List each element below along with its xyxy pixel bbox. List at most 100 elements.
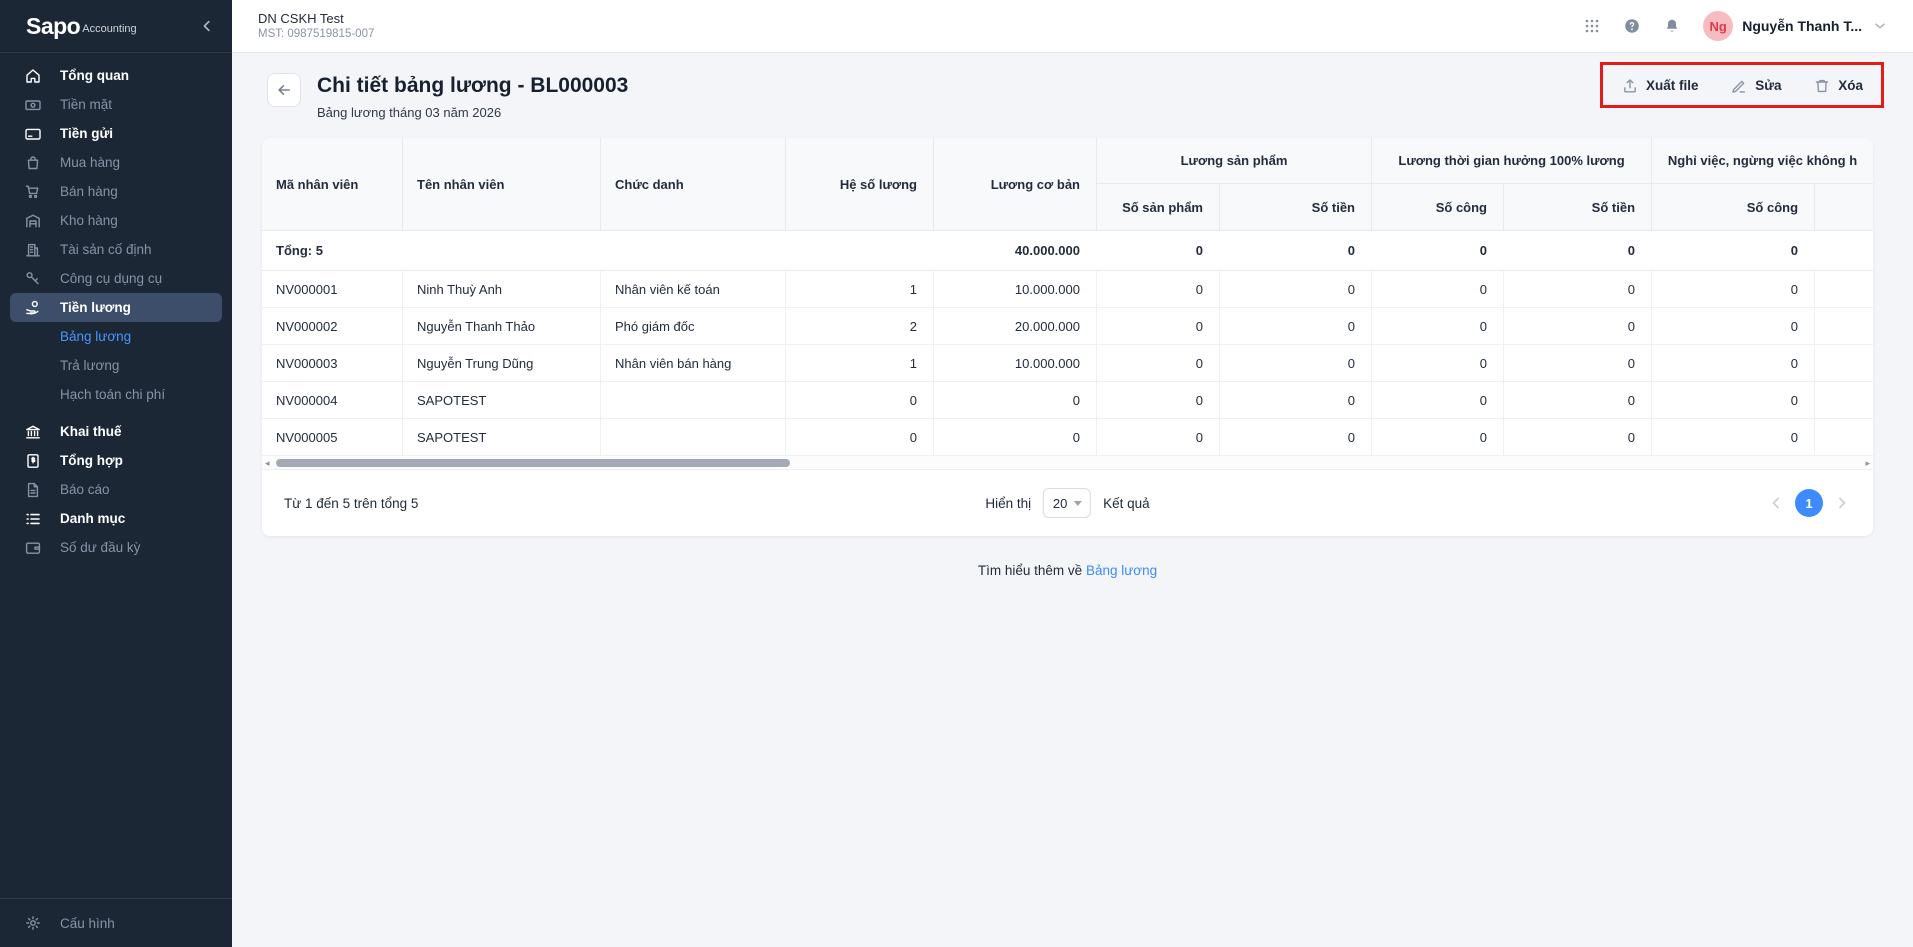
delete-icon	[1813, 77, 1830, 94]
sidebar-item-warehouse[interactable]: Kho hàng	[10, 206, 222, 235]
cell: Tổng: 5	[262, 231, 402, 271]
cell: 0	[1503, 345, 1651, 382]
cell: 0	[1096, 231, 1219, 271]
summary-row: Tổng: 540.000.00000000	[262, 231, 1873, 271]
cell: 0	[1651, 308, 1814, 345]
bell-icon[interactable]	[1663, 17, 1681, 35]
horizontal-scrollbar[interactable]: ◂ ▸	[262, 456, 1873, 470]
sidebar-subitem[interactable]: Bảng lương	[10, 322, 222, 351]
sidebar-item-report[interactable]: Báo cáo	[10, 475, 222, 504]
company-name: DN CSKH Test	[258, 11, 374, 27]
list-icon	[24, 510, 42, 528]
sidebar-item-bank-card[interactable]: Tiền gửi	[10, 119, 222, 148]
cell: 0	[1096, 345, 1219, 382]
next-page-icon[interactable]	[1833, 494, 1851, 512]
sidebar-item-cash[interactable]: Tiền mặt	[10, 90, 222, 119]
table-body: Tổng: 540.000.00000000NV000001Ninh Thuỳ …	[262, 231, 1873, 456]
cash-icon	[24, 96, 42, 114]
column-header: Số tiền	[1503, 184, 1651, 231]
topbar: DN CSKH Test MST: 0987519815-007 Ng Nguy…	[232, 0, 1913, 53]
chevron-down-icon	[1871, 17, 1889, 35]
sidebar-subitem[interactable]: Hạch toán chi phí	[10, 380, 222, 409]
current-page-button[interactable]: 1	[1795, 489, 1823, 517]
sidebar-item-label: Tiền lương	[60, 300, 131, 315]
action-label: Sửa	[1755, 78, 1781, 93]
action-label: Xóa	[1838, 78, 1863, 93]
user-menu[interactable]: Ng Nguyễn Thanh T...	[1703, 11, 1889, 41]
home-icon	[24, 67, 42, 85]
table-row: NV000001Ninh Thuỳ AnhNhân viên kế toán11…	[262, 271, 1873, 308]
apps-grid-icon[interactable]	[1583, 17, 1601, 35]
export-icon	[1621, 77, 1638, 94]
cell: 0	[1371, 419, 1503, 456]
caret-down-icon	[1073, 501, 1081, 506]
results-label: Kết quả	[1103, 496, 1150, 511]
wallet-icon	[24, 539, 42, 557]
help-icon[interactable]	[1623, 17, 1641, 35]
cell: Ninh Thuỳ Anh	[402, 271, 600, 308]
column-header: Số sản phẩm	[1096, 184, 1219, 231]
cell: 0	[1651, 382, 1814, 419]
company-tax-id: MST: 0987519815-007	[258, 27, 374, 41]
cell: 0	[1371, 271, 1503, 308]
page-title: Chi tiết bảng lương - BL000003	[317, 73, 628, 99]
sidebar-item-label: Cấu hình	[60, 916, 115, 931]
sidebar-item-label: Bán hàng	[60, 184, 118, 199]
cell: 0	[785, 382, 933, 419]
column-header: Số tiền	[1219, 184, 1371, 231]
sidebar-subitem[interactable]: Trả lương	[10, 351, 222, 380]
sidebar-item-shopping-cart[interactable]: Bán hàng	[10, 177, 222, 206]
sidebar-item-settings[interactable]: Cấu hình	[0, 898, 232, 947]
cell: Nhân viên bán hàng	[600, 345, 785, 382]
table-row: NV000005SAPOTEST0000000	[262, 419, 1873, 456]
sidebar-item-building[interactable]: Tài sản cố định	[10, 235, 222, 264]
page-size-select[interactable]: 20	[1043, 488, 1091, 518]
sidebar-menu: Tổng quan Tiền mặtTiền gửiMua hàng Bán hàn…	[0, 53, 232, 562]
cell: 0	[933, 382, 1096, 419]
cell	[1814, 345, 1873, 382]
show-label: Hiển thị	[985, 496, 1031, 511]
delete-button[interactable]: Xóa	[1813, 77, 1863, 94]
cell: 0	[1371, 382, 1503, 419]
sidebar-item-ledger[interactable]: Tổng hợp	[10, 446, 222, 475]
sidebar-item-tool[interactable]: Công cụ dụng cụ	[10, 264, 222, 293]
ledger-icon	[24, 452, 42, 470]
prev-page-icon[interactable]	[1767, 494, 1785, 512]
cell: NV000002	[262, 308, 402, 345]
sidebar-item-salary[interactable]: Tiền lương	[10, 293, 222, 322]
sidebar-item-label: Báo cáo	[60, 482, 110, 497]
sidebar-collapse-icon[interactable]	[198, 17, 216, 35]
cell: 0	[1219, 382, 1371, 419]
back-button[interactable]	[267, 73, 301, 107]
cell: NV000003	[262, 345, 402, 382]
table-footer: Từ 1 đến 5 trên tổng 5 Hiển thị 20 Kết q…	[262, 470, 1873, 536]
sidebar-item-shopping-bag[interactable]: Mua hàng	[10, 148, 222, 177]
payroll-link[interactable]: Bảng lương	[1086, 563, 1157, 578]
gear-icon	[24, 914, 42, 932]
sapo-logo: Sapo	[26, 13, 80, 40]
learn-more-text: Tìm hiểu thêm về	[978, 563, 1082, 578]
column-header: Tên nhân viên	[402, 138, 600, 231]
sidebar-item-tax[interactable]: Khai thuế	[10, 417, 222, 446]
scroll-left-icon[interactable]: ◂	[265, 458, 270, 468]
cell: 0	[1219, 271, 1371, 308]
scroll-right-icon[interactable]: ▸	[1865, 458, 1870, 468]
sidebar-item-label: Tài sản cố định	[60, 242, 152, 257]
page-size-group: Hiển thị 20 Kết quả	[985, 488, 1149, 518]
range-text: Từ 1 đến 5 trên tổng 5	[284, 496, 418, 511]
cell	[600, 419, 785, 456]
edit-icon	[1730, 77, 1747, 94]
tax-icon	[24, 423, 42, 441]
edit-button[interactable]: Sửa	[1730, 77, 1781, 94]
cell: 0	[1503, 419, 1651, 456]
sidebar-item-label: Tổng quan	[60, 68, 129, 83]
sidebar-item-label: Số dư đầu kỳ	[60, 540, 140, 555]
export-button[interactable]: Xuất file	[1621, 77, 1699, 94]
sidebar-item-list[interactable]: Danh mục	[10, 504, 222, 533]
cell: SAPOTEST	[402, 419, 600, 456]
scrollbar-thumb[interactable]	[276, 459, 790, 467]
payroll-table: Mã nhân viên Tên nhân viên Chức danh Hệ …	[262, 138, 1873, 456]
sidebar-item-wallet[interactable]: Số dư đầu kỳ	[10, 533, 222, 562]
cell: NV000004	[262, 382, 402, 419]
sidebar-item-home[interactable]: Tổng quan	[10, 61, 222, 90]
